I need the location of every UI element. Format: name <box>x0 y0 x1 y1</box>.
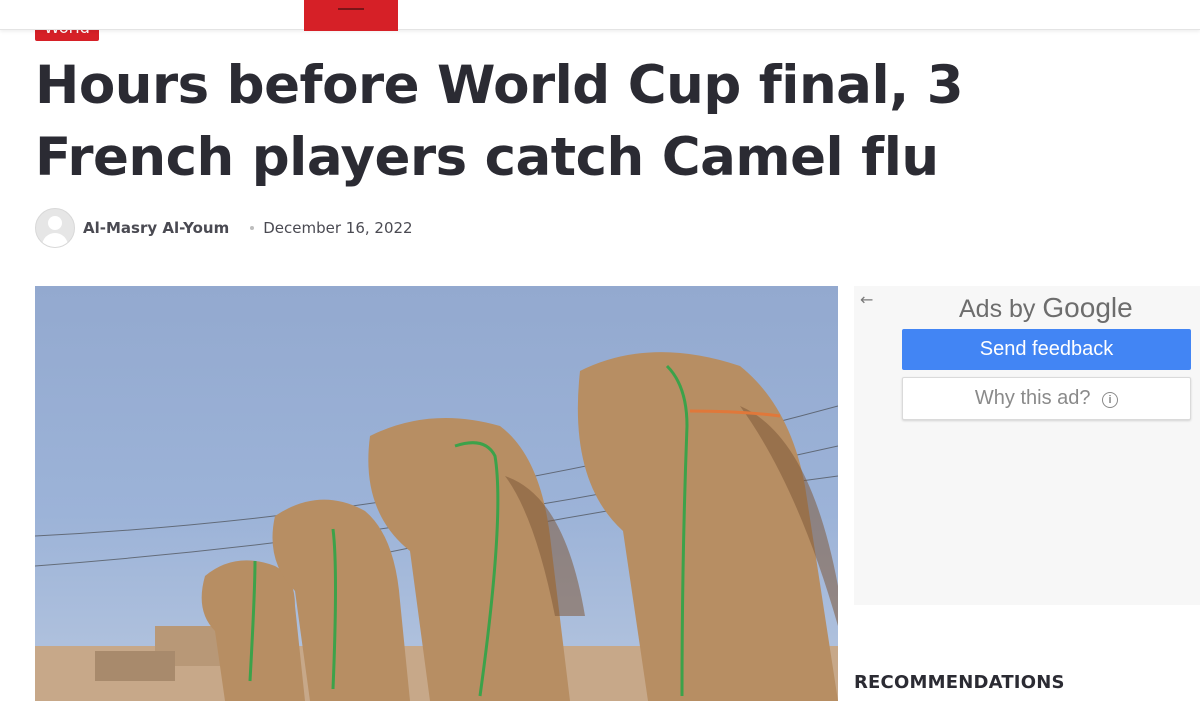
google-wordmark: Google <box>1042 292 1133 323</box>
why-this-ad-label: Why this ad? <box>974 387 1091 409</box>
info-icon: i <box>1102 392 1119 408</box>
author-avatar[interactable] <box>35 208 75 248</box>
article-byline: Al-Masry Al-Youm December 16, 2022 <box>35 208 413 248</box>
avatar-head <box>48 216 62 230</box>
top-navigation-bar <box>0 0 1200 31</box>
menu-toggle-button[interactable] <box>304 0 398 31</box>
send-feedback-button[interactable]: Send feedback <box>902 329 1191 370</box>
publish-date: December 16, 2022 <box>263 219 413 237</box>
ads-by-google-label[interactable]: Ads by Google <box>959 292 1133 324</box>
article-hero-image <box>35 286 838 701</box>
ad-panel: ← Ads by Google Send feedback Why this a… <box>854 286 1200 605</box>
author-name[interactable]: Al-Masry Al-Youm <box>83 219 229 237</box>
byline-separator <box>250 226 255 230</box>
avatar-shoulders <box>42 233 68 247</box>
why-this-ad-button[interactable]: Why this ad? i <box>902 377 1191 420</box>
ads-by-prefix: Ads by <box>959 295 1036 323</box>
article-title: Hours before World Cup final, 3 French p… <box>35 55 964 188</box>
recommendations-heading: RECOMMENDATIONS <box>854 672 1065 693</box>
arrow-left-icon[interactable]: ← <box>860 290 873 309</box>
hamburger-menu-icon <box>338 7 364 10</box>
camels-photo <box>35 352 838 701</box>
